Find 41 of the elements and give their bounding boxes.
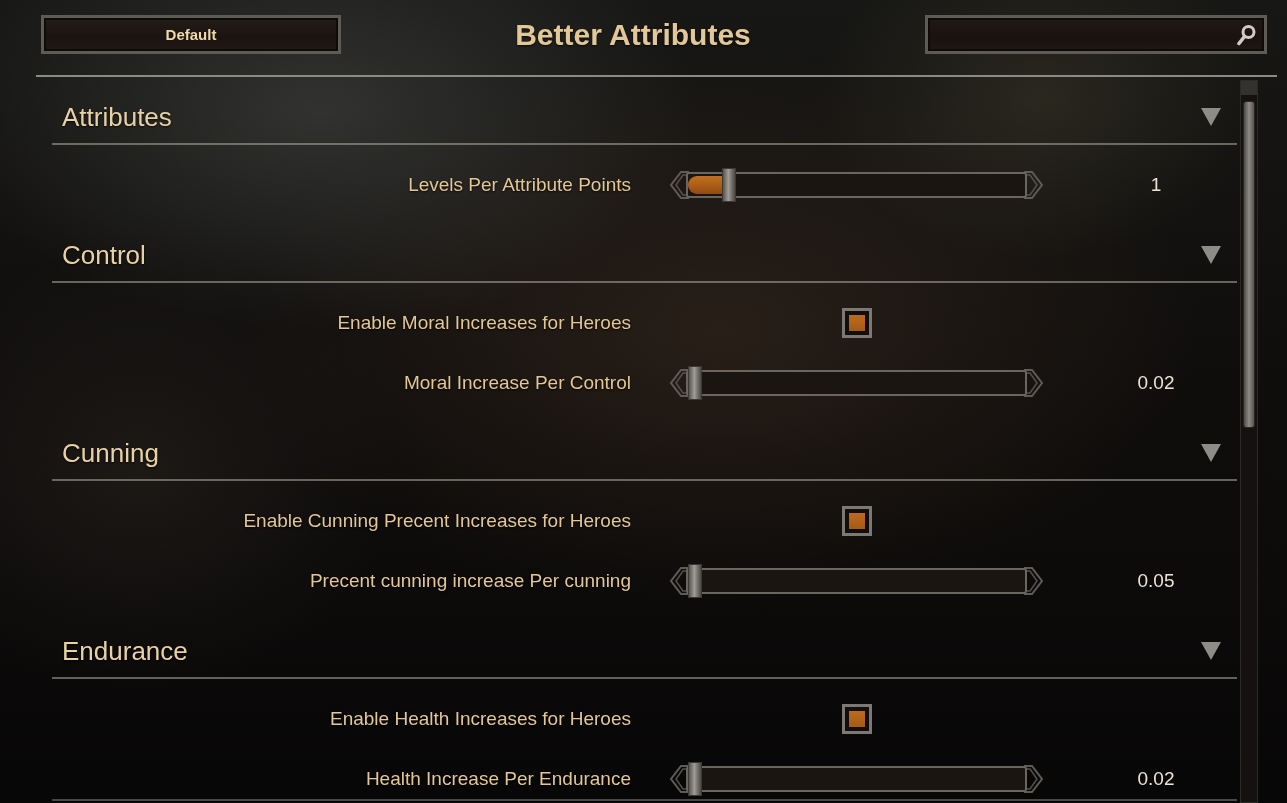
slider-thumb[interactable] xyxy=(688,366,702,400)
scrollbar[interactable] xyxy=(1240,80,1258,803)
caret-down-icon[interactable] xyxy=(1201,108,1221,126)
search-icon[interactable] xyxy=(1236,23,1256,46)
section-title: Endurance xyxy=(62,635,188,667)
slider[interactable] xyxy=(668,564,1045,598)
section-header[interactable]: Endurance xyxy=(52,625,1237,679)
slider[interactable] xyxy=(668,366,1045,400)
slider[interactable] xyxy=(668,168,1045,202)
search-field[interactable] xyxy=(925,15,1267,54)
checkbox[interactable] xyxy=(841,308,872,338)
setting-value: 0.02 xyxy=(1137,768,1175,789)
section-title: Attributes xyxy=(62,101,172,133)
section-header[interactable]: Cunning xyxy=(52,427,1237,481)
scrollbar-thumb[interactable] xyxy=(1243,101,1255,428)
caret-down-icon[interactable] xyxy=(1201,642,1221,660)
window-title: Better Attributes xyxy=(514,17,752,52)
setting-value: 0.05 xyxy=(1137,570,1175,591)
checkbox[interactable] xyxy=(841,704,872,734)
slider-thumb[interactable] xyxy=(688,564,702,598)
setting-label: Precent cunning increase Per cunning xyxy=(308,570,631,592)
caret-down-icon[interactable] xyxy=(1201,246,1221,264)
setting-value: 0.02 xyxy=(1137,372,1175,393)
caret-down-icon[interactable] xyxy=(1201,444,1221,462)
scrollbar-cap xyxy=(1241,81,1257,95)
slider[interactable] xyxy=(668,762,1045,796)
setting-label: Health Increase Per Endurance xyxy=(364,768,631,790)
slider-thumb[interactable] xyxy=(688,762,702,796)
section-header[interactable]: Control xyxy=(52,229,1237,283)
setting-label: Enable Health Increases for Heroes xyxy=(329,708,631,730)
slider-thumb[interactable] xyxy=(722,168,736,202)
setting-label: Moral Increase Per Control xyxy=(402,372,631,394)
default-button[interactable]: Default xyxy=(41,15,341,54)
section-header[interactable]: Attributes xyxy=(52,91,1237,145)
setting-label: Enable Cunning Precent Increases for Heroes xyxy=(242,510,631,532)
setting-label: Levels Per Attribute Points xyxy=(407,174,631,196)
setting-label: Enable Moral Increases for Heroes xyxy=(336,312,631,334)
setting-value: 1 xyxy=(1150,174,1162,195)
section-title: Control xyxy=(62,239,146,271)
checkbox[interactable] xyxy=(841,506,872,536)
section-title: Cunning xyxy=(62,437,159,469)
